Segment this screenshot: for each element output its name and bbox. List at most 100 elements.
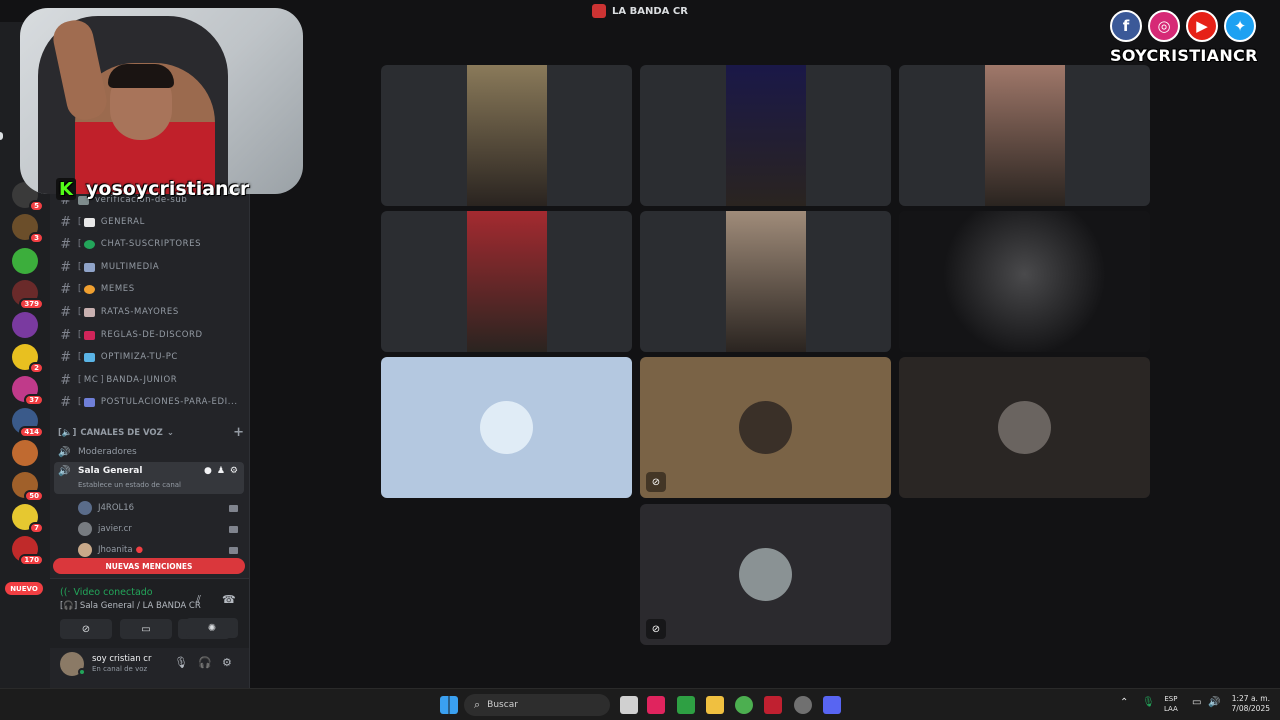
channel-reglas-de-discord[interactable]: #[reglas-de-discord (58, 325, 244, 345)
streamer-hair (108, 64, 174, 88)
streamer-name-overlay: K yosoycristiancr (56, 178, 249, 200)
camera-off-icon: ⊘ (646, 472, 666, 492)
taskbar-search[interactable]: ⌕ Buscar (464, 694, 610, 716)
video-tile[interactable] (899, 65, 1150, 206)
server-icon[interactable] (12, 312, 38, 338)
discord-icon[interactable] (823, 696, 841, 714)
discord-window: LA BANDA CR 5 3 379 2 37 414 50 7 170 NU… (0, 0, 1280, 688)
add-channel-icon[interactable]: + (233, 425, 244, 440)
speaker-icon: [🔈] (58, 427, 77, 438)
participant-avatar (739, 401, 792, 454)
channel-memes[interactable]: #[memes (58, 279, 244, 299)
server-icon[interactable]: 50 (12, 472, 44, 502)
video-tile[interactable] (640, 65, 891, 206)
hash-icon: # (60, 214, 72, 230)
video-tile[interactable] (640, 211, 891, 352)
noise-suppression-icon[interactable]: ⫽ (196, 593, 201, 607)
hash-icon: # (60, 372, 72, 388)
channel-emoji-icon (83, 307, 95, 317)
media-player-icon[interactable] (677, 696, 695, 714)
window-title: LA BANDA CR (612, 5, 688, 17)
server-icon[interactable]: 2 (12, 344, 44, 374)
app-icon[interactable] (764, 696, 782, 714)
video-tile[interactable]: ⊘ (640, 504, 891, 645)
video-tile[interactable]: ⊘ (640, 357, 891, 498)
server-icon[interactable] (12, 440, 38, 466)
server-icon[interactable] (12, 248, 38, 274)
channel-emoji-icon (83, 330, 95, 340)
gear-icon[interactable]: ⚙ (230, 466, 238, 476)
connection-location[interactable]: [🎧] Sala General / LA BANDA CR (60, 601, 201, 611)
channel-general[interactable]: #[general (58, 212, 244, 232)
video-tile[interactable] (381, 357, 632, 498)
video-tile[interactable] (381, 211, 632, 352)
channel-banda-junior[interactable]: #[MC] banda-junior (58, 370, 244, 390)
screen-share-button[interactable]: ▭ (120, 619, 172, 639)
server-icon[interactable]: 3 (12, 214, 44, 244)
channel-postulaciones[interactable]: #[postulaciones-para-edi... (58, 392, 244, 412)
heart-eyes-icon: ● (135, 545, 144, 555)
channel-emoji-icon (83, 352, 95, 362)
volume-icon[interactable]: 🔊 (1208, 697, 1220, 708)
voice-member[interactable]: J4ROL16 (78, 498, 244, 518)
microphone-icon[interactable]: 🎙 (174, 656, 188, 669)
channel-emoji-icon (83, 397, 95, 407)
video-tile[interactable] (899, 357, 1150, 498)
camera-off-icon: ⊘ (646, 619, 666, 639)
network-icon[interactable]: ▭ (1192, 697, 1201, 708)
add-member-icon[interactable]: ♟ (217, 466, 225, 476)
youtube-icon: ▶ (1186, 10, 1218, 42)
headphones-icon: [🎧] (60, 601, 78, 611)
channel-chat-suscriptores[interactable]: #[chat-suscriptores (58, 234, 244, 254)
voice-member[interactable]: javier.cr (78, 519, 244, 539)
streamer-webcam (20, 8, 303, 194)
camera-toggle-button[interactable]: ⊘ (60, 619, 112, 639)
language-indicator[interactable]: ESP LAA (1164, 694, 1178, 714)
video-tile[interactable] (899, 211, 1150, 352)
user-status: En canal de voz (92, 665, 148, 673)
microphone-icon[interactable]: 🎙 (1142, 697, 1155, 708)
search-icon: ⌕ (474, 698, 481, 711)
voice-category-header[interactable]: [🔈] CANALES DE VOZ ⌄ + (58, 425, 244, 440)
rail-selected-pip (0, 132, 3, 140)
windows-start-icon[interactable] (440, 696, 458, 714)
participant-video (467, 211, 547, 352)
disconnect-icon[interactable]: ☎ (222, 593, 236, 606)
hash-icon: # (60, 304, 72, 320)
server-icon[interactable]: 379 (12, 280, 44, 310)
tiktok-icon[interactable] (647, 696, 665, 714)
channel-emoji-icon (83, 284, 95, 294)
chevron-up-icon[interactable]: ⌃ (1120, 697, 1128, 708)
server-icon[interactable]: 414 (12, 408, 44, 438)
hash-icon: # (60, 394, 72, 410)
gear-icon[interactable]: ⚙ (222, 656, 232, 669)
channel-optimiza-tu-pc[interactable]: #[optimiza-tu-pc (58, 347, 244, 367)
headphones-icon[interactable]: 🎧 (198, 656, 212, 669)
camera-icon (229, 504, 238, 512)
taskbar-clock[interactable]: 1:27 a. m. 7/08/2025 (1226, 694, 1270, 714)
task-view-icon[interactable] (620, 696, 638, 714)
social-handle: SOYCRISTIANCR (1110, 46, 1258, 65)
obs-icon[interactable] (794, 696, 812, 714)
server-icon[interactable]: 170 (12, 536, 44, 566)
chrome-icon[interactable] (735, 696, 753, 714)
username[interactable]: soy cristian cr (92, 654, 151, 664)
voice-member[interactable]: Jhoanita ● (78, 540, 244, 560)
new-mentions-button[interactable]: NUEVAS MENCIONES (53, 558, 245, 574)
hash-icon: # (60, 236, 72, 252)
new-badge[interactable]: NUEVO (5, 582, 43, 595)
chat-bubble-icon[interactable]: ● (204, 466, 212, 476)
windows-taskbar: ⌕ Buscar ⌃ 🎙 ESP LAA ▭ 🔊 1:27 a. m. 7/08/20… (0, 688, 1280, 720)
file-explorer-icon[interactable] (706, 696, 724, 714)
connection-status[interactable]: ((· Video conectado (60, 587, 153, 598)
participant-video (985, 65, 1065, 206)
avatar (78, 522, 92, 536)
soundboard-button[interactable]: ✺ (186, 618, 238, 638)
channel-multimedia[interactable]: #[multimedia (58, 257, 244, 277)
server-icon[interactable]: 7 (12, 504, 44, 534)
channel-ratas-mayores[interactable]: #[ratas-mayores (58, 302, 244, 322)
server-icon[interactable]: 37 (12, 376, 44, 406)
voice-channel-sala-general[interactable]: 🔊 Sala General ● ♟ ⚙ Establece un estado… (54, 462, 244, 494)
video-tile[interactable] (381, 65, 632, 206)
voice-channel-moderadores[interactable]: 🔊 Moderadores (54, 442, 244, 462)
